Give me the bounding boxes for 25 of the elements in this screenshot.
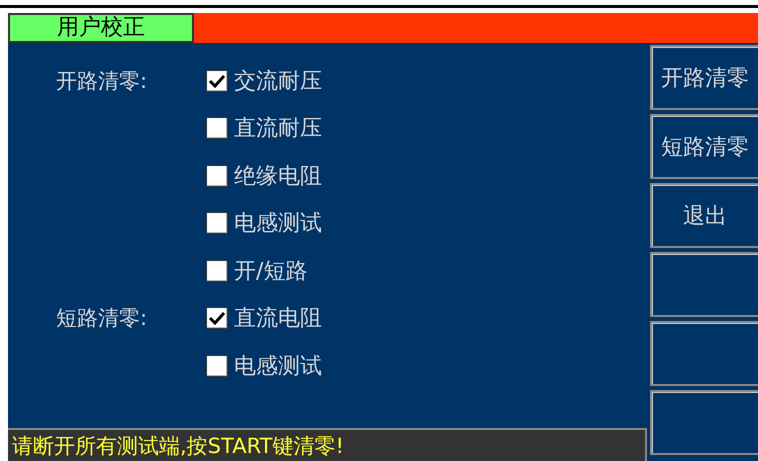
checkbox[interactable] xyxy=(206,117,228,140)
checkbox-label: 开/短路 xyxy=(234,258,308,286)
blank-button[interactable] xyxy=(650,321,758,386)
checkbox-label: 交流耐压 xyxy=(234,68,322,96)
side-button[interactable]: 开路清零 xyxy=(650,45,758,110)
blank-button[interactable] xyxy=(650,252,758,317)
side-button[interactable]: 退出 xyxy=(650,183,758,248)
checkbox[interactable] xyxy=(206,260,228,282)
checkbox-label: 绝缘电阻 xyxy=(234,162,322,191)
checkbox[interactable] xyxy=(206,164,228,187)
side-button[interactable]: 短路清零 xyxy=(650,114,758,179)
blank-button[interactable] xyxy=(650,390,758,455)
checkbox[interactable] xyxy=(206,307,228,330)
checkbox[interactable] xyxy=(206,70,228,92)
group-label: 开路清零: xyxy=(55,68,148,95)
checkmark-icon xyxy=(209,74,225,88)
checkbox-label: 直流耐压 xyxy=(234,115,322,144)
checkbox-label: 电感测试 xyxy=(234,352,322,381)
status-message: 请断开所有测试端,按START键清零! xyxy=(8,428,647,461)
checkbox[interactable] xyxy=(206,354,228,377)
checkbox-label: 电感测试 xyxy=(234,210,322,238)
group-label: 短路清零: xyxy=(55,305,148,332)
checkbox-label: 直流电阻 xyxy=(234,305,322,334)
checkmark-icon xyxy=(209,311,225,326)
checkbox[interactable] xyxy=(206,212,228,234)
